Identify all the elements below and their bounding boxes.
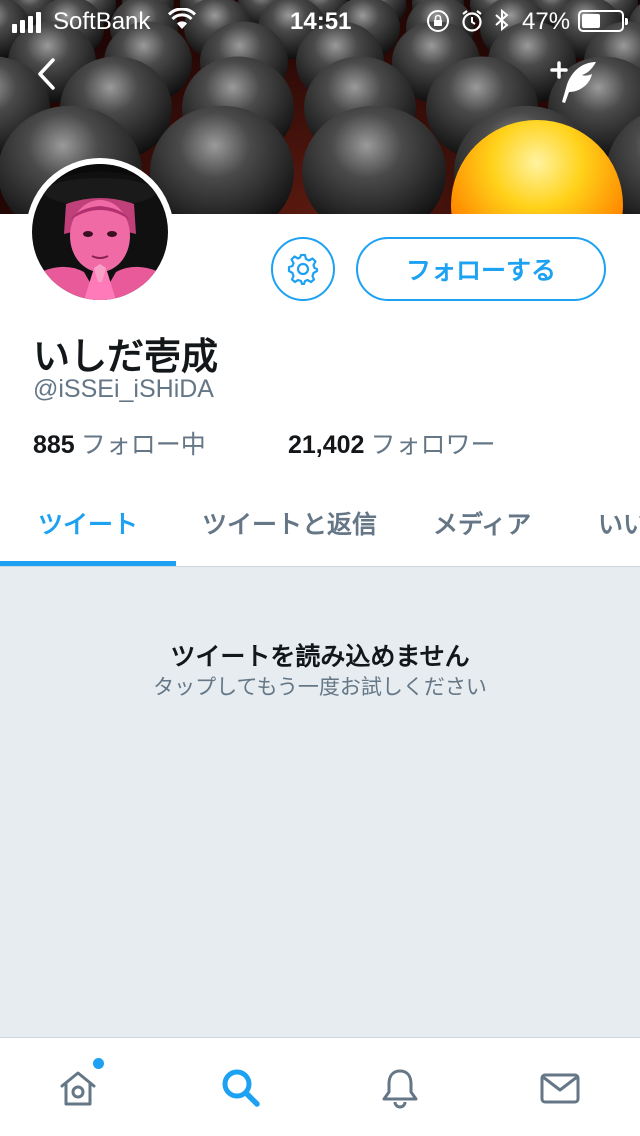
profile-handle: @iSSEi_iSHiDA xyxy=(33,375,214,403)
battery-icon xyxy=(578,10,628,32)
signal-icon xyxy=(12,12,41,33)
search-icon xyxy=(222,1069,260,1107)
error-title: ツイートを読み込めません xyxy=(170,642,470,671)
nav-notifications[interactable] xyxy=(370,1058,430,1118)
following-stat[interactable]: 885 フォロー中 xyxy=(33,430,206,459)
follow-button[interactable]: フォローする xyxy=(356,237,606,301)
profile-avatar[interactable] xyxy=(26,158,174,306)
profile-name: いしだ壱成 xyxy=(33,335,218,378)
error-subtitle: タップしてもう一度お試しください xyxy=(153,675,487,699)
active-tab-indicator xyxy=(0,561,176,566)
bottom-tab-bar xyxy=(0,1037,640,1136)
chevron-left-icon xyxy=(38,58,55,90)
followers-label: フォロワー xyxy=(370,430,496,459)
battery-fill xyxy=(582,14,600,28)
nav-messages[interactable] xyxy=(530,1058,590,1118)
clock: 14:51 xyxy=(290,8,352,35)
following-label: フォロー中 xyxy=(80,430,206,459)
gear-icon xyxy=(287,253,319,285)
back-button[interactable] xyxy=(34,56,94,116)
status-bar: SoftBank 14:51 47% xyxy=(0,0,640,40)
battery-percent: 47% xyxy=(522,8,571,35)
home-icon xyxy=(60,1071,96,1106)
compose-tweet-icon xyxy=(550,61,596,103)
nav-search[interactable] xyxy=(211,1058,271,1118)
bell-icon xyxy=(382,1069,418,1109)
carrier-name: SoftBank xyxy=(53,8,151,35)
tab-likes[interactable]: いいね xyxy=(598,480,640,566)
followers-stat[interactable]: 21,402 フォロワー xyxy=(288,425,495,461)
avatar-image xyxy=(32,164,168,300)
home-notification-dot xyxy=(93,1058,104,1069)
compose-tweet-button[interactable] xyxy=(548,56,608,116)
following-count: 885 xyxy=(33,431,75,459)
mail-icon xyxy=(540,1073,580,1104)
nav-home[interactable] xyxy=(48,1058,108,1118)
profile-stats: 885 フォロー中 21,402 フォロワー xyxy=(33,425,495,461)
tweets-error-panel[interactable]: ツイートを読み込めません タップしてもう一度お試しください xyxy=(0,567,640,1037)
followers-count: 21,402 xyxy=(288,431,365,459)
tab-tweets-and-replies[interactable]: ツイートと返信 xyxy=(202,480,377,566)
profile-settings-button[interactable] xyxy=(271,237,335,301)
profile-tabs: ツイート ツイートと返信 メディア いいね xyxy=(0,480,640,567)
tab-tweets[interactable]: ツイート xyxy=(38,480,138,566)
tab-media[interactable]: メディア xyxy=(433,480,531,566)
